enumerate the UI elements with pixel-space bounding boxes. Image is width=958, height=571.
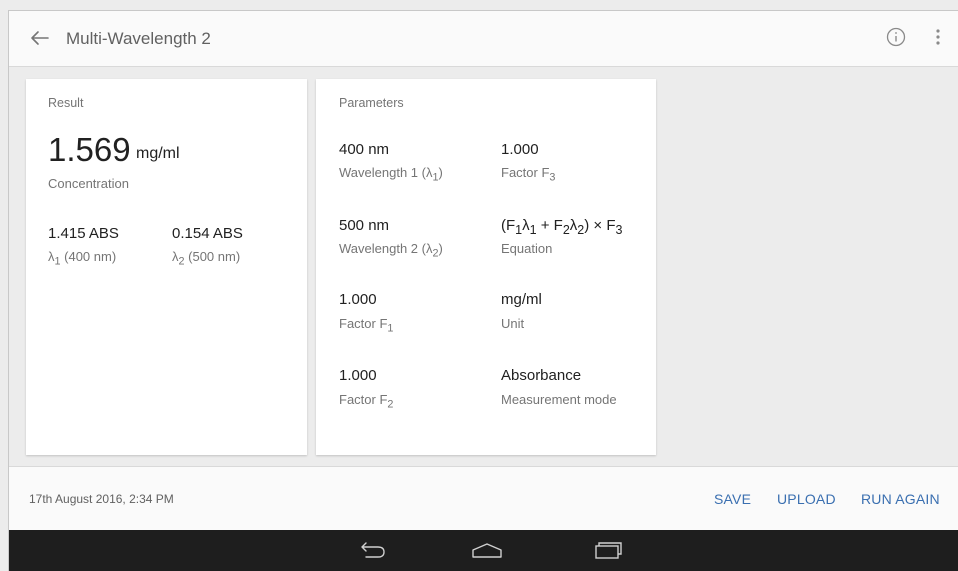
wavelength-1-value: 400 nm xyxy=(339,141,390,158)
result-section-label: Result xyxy=(48,96,84,110)
save-button[interactable]: SAVE xyxy=(714,491,751,507)
footer-bar: 17th August 2016, 2:34 PM SAVE UPLOAD RU… xyxy=(9,466,958,531)
concentration-label: Concentration xyxy=(48,176,129,191)
absorbance-1-value: 1.415 ABS xyxy=(48,225,119,242)
equation-label: Equation xyxy=(501,241,553,256)
more-vert-icon[interactable] xyxy=(931,26,945,48)
result-card: Result 1.569 mg/ml Concentration 1.415 A… xyxy=(26,79,307,455)
absorbance-2-label: λ2 (500 nm) xyxy=(172,249,241,268)
factor-f3-value: 1.000 xyxy=(501,141,539,158)
absorbance-2-value: 0.154 ABS xyxy=(172,225,243,242)
unit-value: mg/ml xyxy=(501,291,542,308)
measurement-timestamp: 17th August 2016, 2:34 PM xyxy=(29,492,174,506)
nav-home-icon[interactable] xyxy=(469,539,505,561)
factor-f1-value: 1.000 xyxy=(339,291,377,308)
system-nav-bar xyxy=(9,530,958,571)
run-again-button[interactable]: RUN AGAIN xyxy=(861,491,940,507)
page-title: Multi-Wavelength 2 xyxy=(66,29,211,48)
factor-f2-label: Factor F2 xyxy=(339,392,394,411)
absorbance-1-label: λ1 (400 nm) xyxy=(48,249,117,268)
wavelength-1-label: Wavelength 1 (λ1) xyxy=(339,165,443,184)
upload-button[interactable]: UPLOAD xyxy=(777,491,836,507)
back-arrow-icon[interactable] xyxy=(27,25,53,51)
measurement-mode-value: Absorbance xyxy=(501,367,582,384)
wavelength-2-value: 500 nm xyxy=(339,217,390,234)
concentration-unit: mg/ml xyxy=(136,145,180,162)
unit-label: Unit xyxy=(501,316,525,331)
measurement-mode-label: Measurement mode xyxy=(501,392,617,407)
parameters-section-label: Parameters xyxy=(339,96,404,110)
info-icon[interactable] xyxy=(885,26,907,48)
parameters-card: Parameters 400 nm Wavelength 1 (λ1) 1.00… xyxy=(316,79,656,455)
factor-f1-label: Factor F1 xyxy=(339,316,394,335)
concentration-value: 1.569 xyxy=(48,131,131,168)
app-bar: Multi-Wavelength 2 xyxy=(9,11,958,67)
equation-value: (F1λ1 + F2λ2) × F3 xyxy=(501,217,623,237)
factor-f3-label: Factor F3 xyxy=(501,165,556,184)
nav-back-icon[interactable] xyxy=(354,539,390,561)
factor-f2-value: 1.000 xyxy=(339,367,377,384)
app-window: Multi-Wavelength 2 Result 1.569 mg/ml Co… xyxy=(8,10,958,571)
wavelength-2-label: Wavelength 2 (λ2) xyxy=(339,241,443,260)
nav-recents-icon[interactable] xyxy=(589,539,625,561)
